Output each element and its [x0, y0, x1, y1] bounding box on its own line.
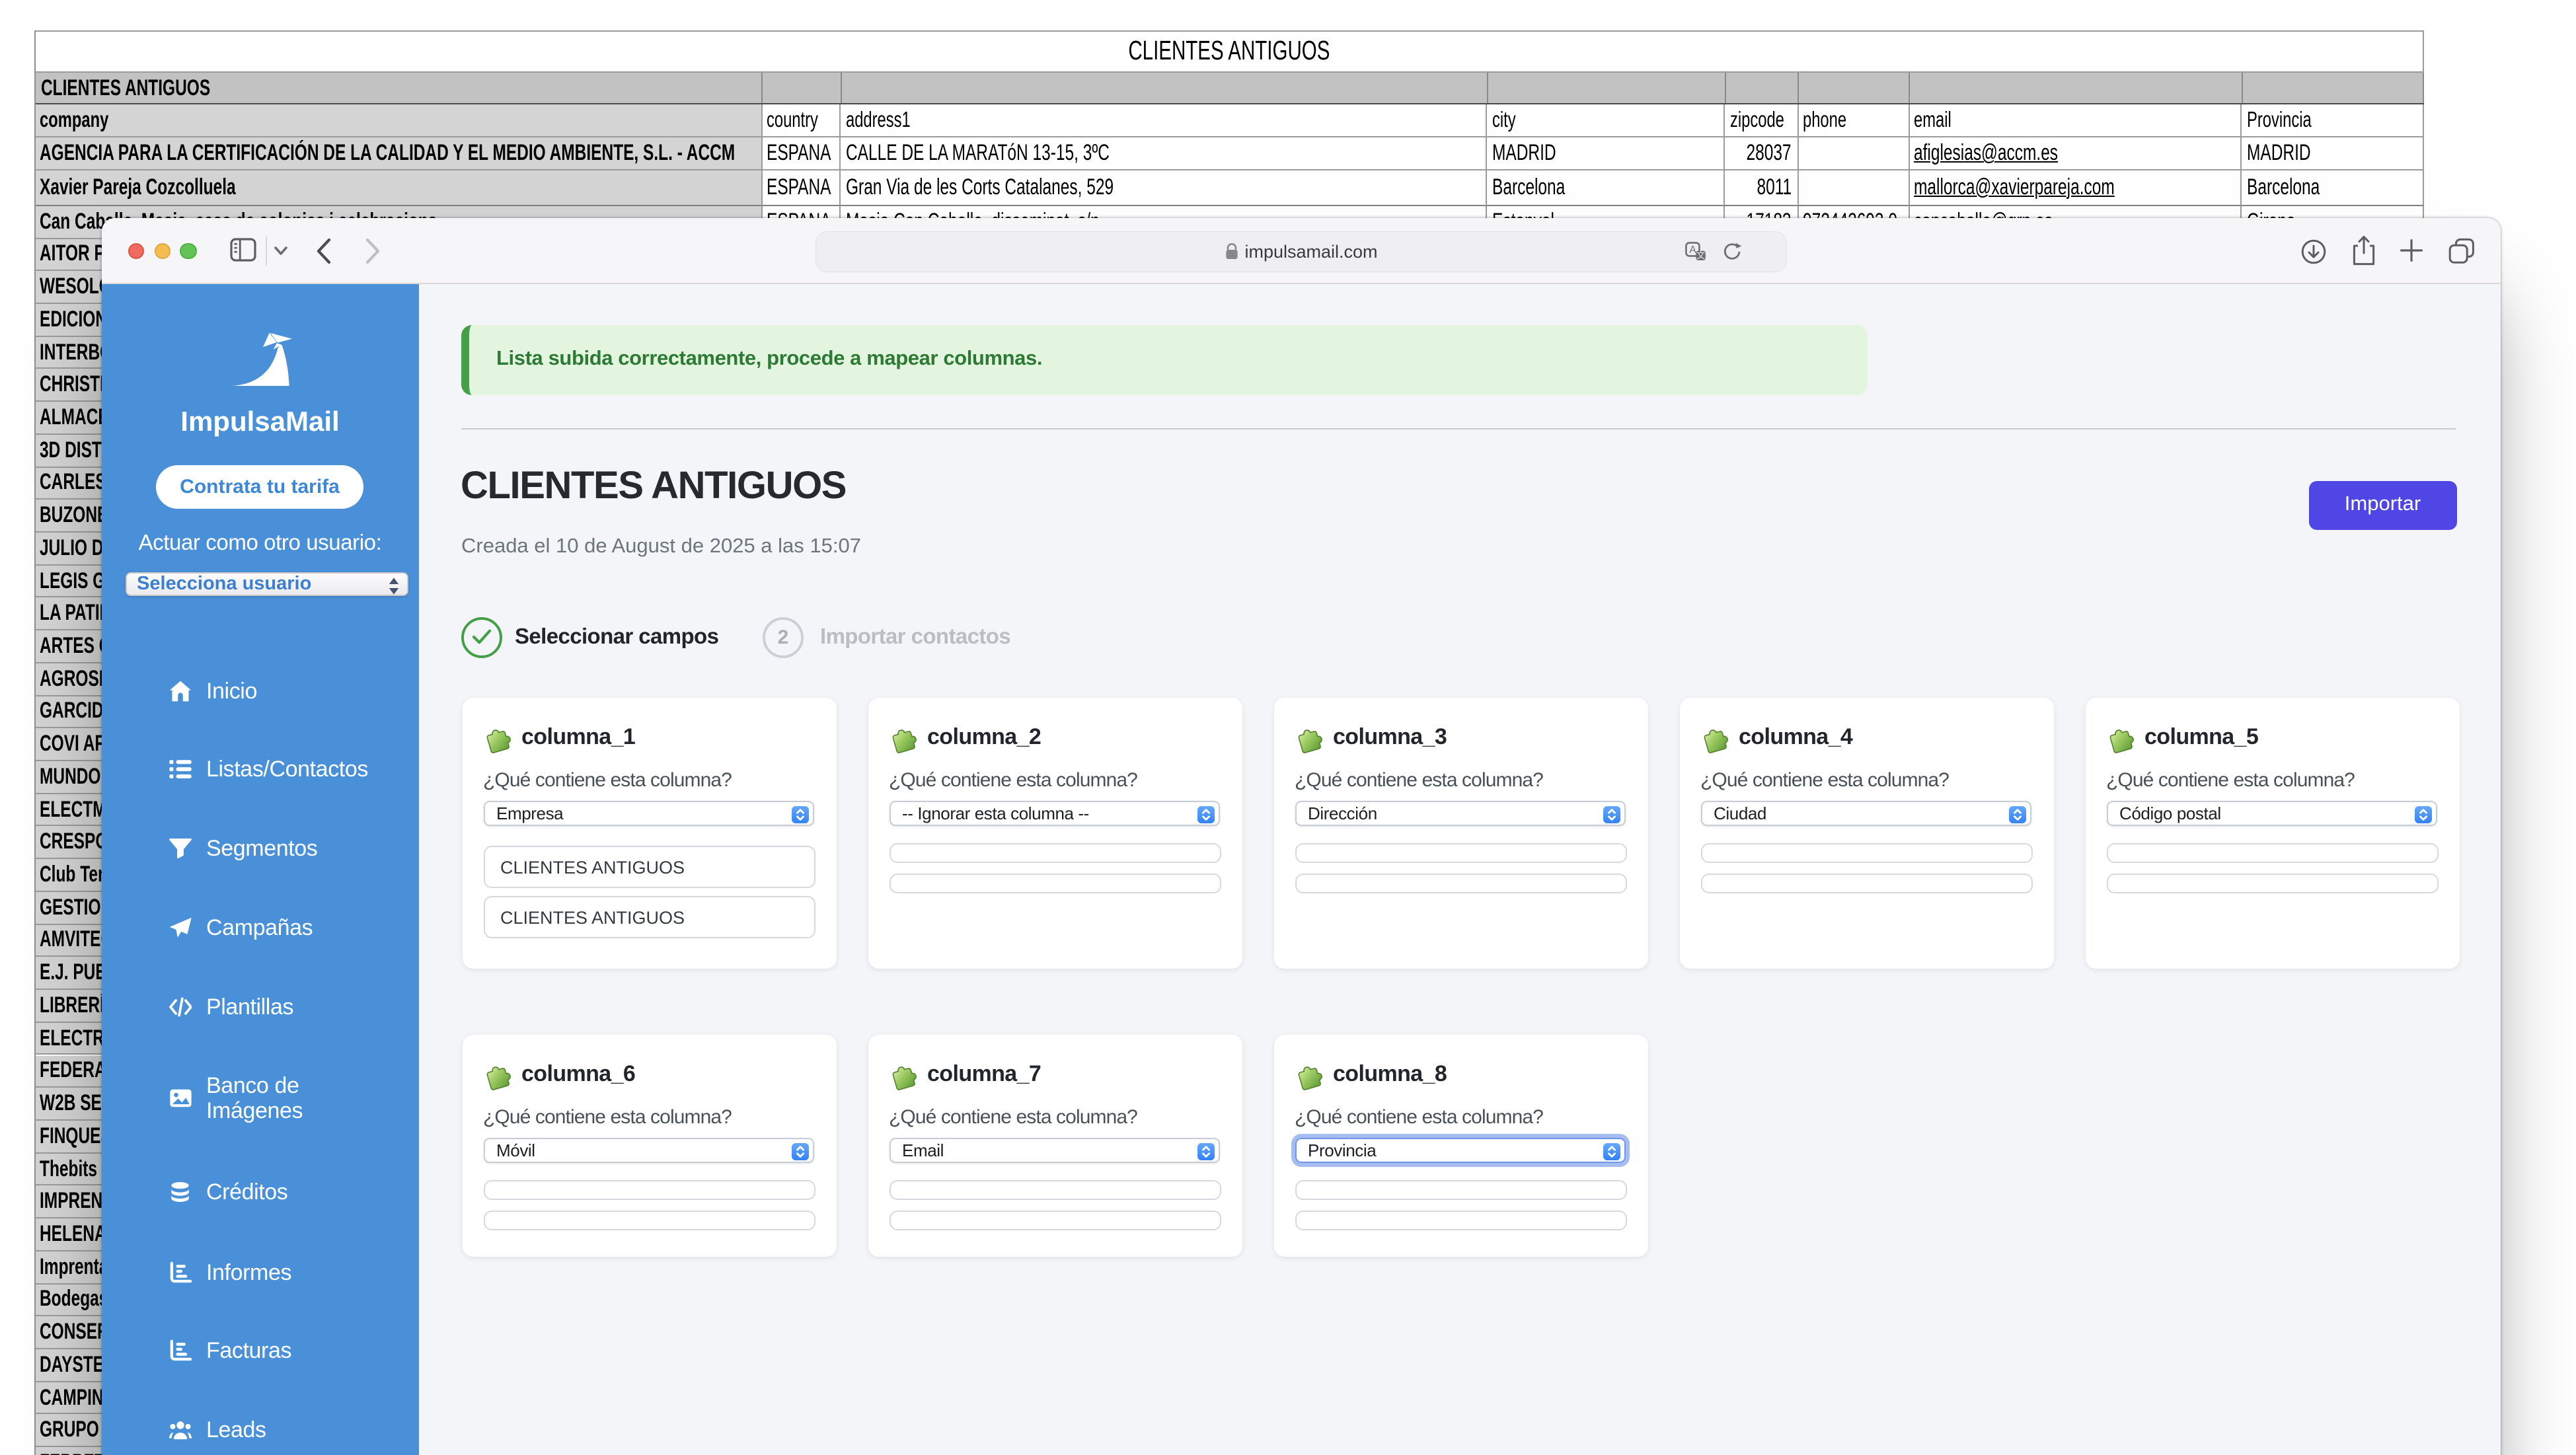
svg-text:文: 文 — [1696, 250, 1705, 260]
svg-text:A: A — [1689, 244, 1696, 255]
